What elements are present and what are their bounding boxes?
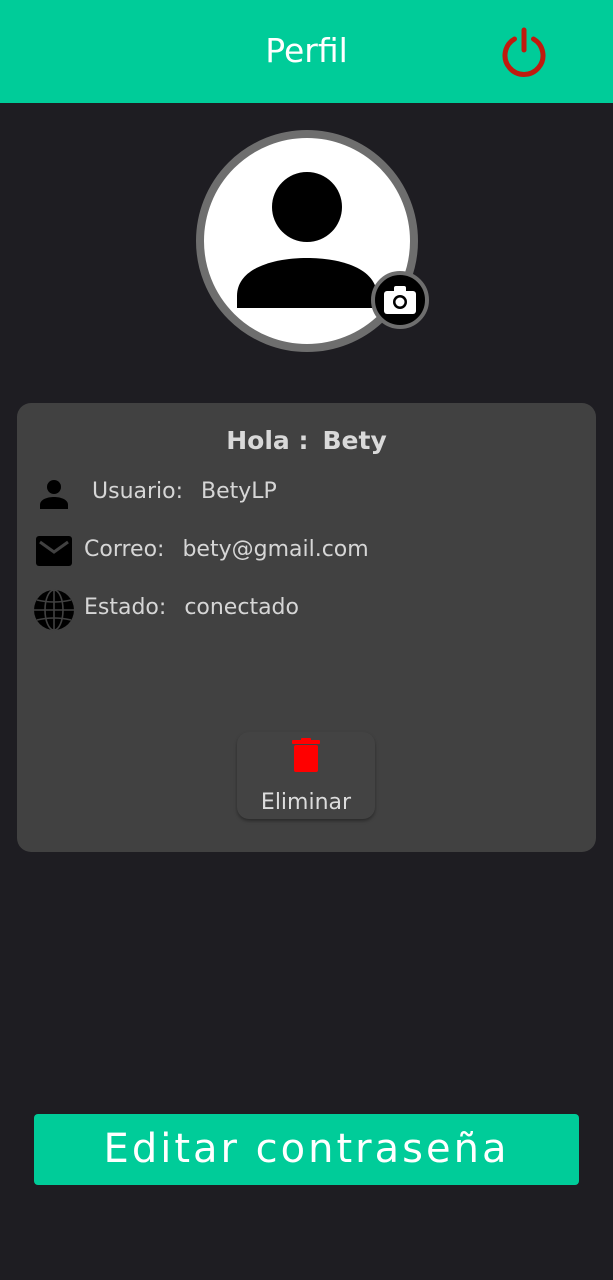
email-value: bety@gmail.com	[182, 537, 369, 562]
user-value: BetyLP	[201, 479, 277, 504]
profile-photo	[196, 130, 429, 352]
logout-button[interactable]	[497, 25, 551, 79]
trash-icon	[292, 738, 320, 772]
power-icon	[502, 27, 546, 77]
greeting-label: Hola :	[226, 426, 309, 455]
status-row: Estado: conectado	[84, 594, 299, 622]
greeting-name: Bety	[322, 426, 387, 455]
change-photo-button[interactable]	[371, 271, 429, 329]
status-label: Estado:	[84, 595, 167, 620]
greeting: Hola : Bety	[17, 425, 596, 457]
top-app-bar: Perfil	[0, 0, 613, 103]
delete-account-button[interactable]: Eliminar	[237, 732, 375, 819]
email-row: Correo: bety@gmail.com	[84, 536, 369, 564]
camera-icon	[384, 286, 416, 314]
delete-label: Eliminar	[260, 790, 352, 815]
user-row: Usuario: BetyLP	[92, 478, 277, 506]
globe-icon	[34, 589, 74, 631]
user-label: Usuario:	[92, 479, 184, 504]
status-value: conectado	[184, 595, 299, 620]
email-label: Correo:	[84, 537, 165, 562]
edit-password-button[interactable]: Editar contraseña	[34, 1114, 579, 1185]
profile-card: Hola : Bety Usuario: BetyLP Correo: bety@gm…	[17, 403, 596, 852]
person-icon	[40, 480, 68, 509]
mail-icon	[36, 536, 72, 566]
